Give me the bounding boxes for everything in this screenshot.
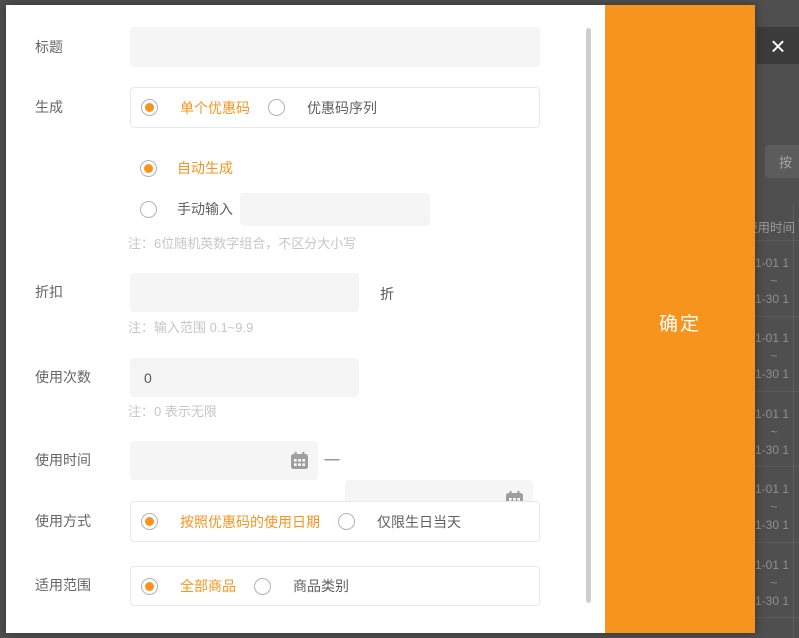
radio-all-products[interactable] (141, 578, 158, 595)
usage-count-label: 使用次数 (35, 367, 91, 387)
radio-auto-generate[interactable] (140, 160, 157, 177)
start-date-field (130, 441, 318, 480)
title-input[interactable] (130, 27, 540, 67)
option-product-category[interactable]: 商品类别 (293, 576, 349, 596)
table-row: 1-01 1 ~ 1-30 1 (755, 556, 798, 610)
usage-method-label: 使用方式 (35, 511, 91, 531)
table-row-divider (755, 466, 799, 467)
discount-unit: 折 (380, 284, 394, 304)
radio-birthday-only[interactable] (338, 513, 355, 530)
option-auto-generate[interactable]: 自动生成 (177, 158, 233, 178)
confirm-button-label: 确定 (605, 309, 755, 336)
scope-label: 适用范围 (35, 575, 91, 595)
manual-input-row: 手动输入 (140, 200, 233, 218)
option-all-products[interactable]: 全部商品 (180, 576, 236, 596)
radio-product-category[interactable] (254, 578, 271, 595)
discount-note: 注：输入范围 0.1~9.9 (128, 317, 253, 336)
background-button-fragment: 按 (765, 145, 799, 178)
generate-type-radio-group: 单个优惠码 优惠码序列 (130, 87, 540, 128)
generate-label: 生成 (35, 97, 63, 117)
table-row: 1-01 1 ~ 1-30 1 (755, 329, 798, 383)
usage-method-radio-group: 按照优惠码的使用日期 仅限生日当天 (130, 501, 540, 542)
close-icon: × (770, 33, 785, 59)
usage-count-note: 注：0 表示无限 (128, 401, 217, 420)
table-row-divider (755, 391, 799, 392)
table-row: 1-01 1 ~ 1-30 1 (755, 254, 798, 308)
auto-generate-row: 自动生成 (140, 159, 233, 177)
date-range-separator: — (322, 451, 342, 468)
table-row: 1-01 1 ~ 1-30 1 (755, 480, 798, 534)
table-row-divider (755, 617, 799, 618)
manual-code-input[interactable] (240, 193, 430, 226)
radio-by-coupon-date[interactable] (141, 513, 158, 530)
modal-scrollbar[interactable] (586, 28, 591, 603)
usage-count-input[interactable] (130, 358, 359, 397)
radio-manual-input[interactable] (140, 201, 157, 218)
radio-single-coupon[interactable] (141, 99, 158, 116)
table-row-divider (755, 316, 799, 317)
option-manual-input[interactable]: 手动输入 (177, 199, 233, 219)
option-coupon-series[interactable]: 优惠码序列 (307, 98, 377, 118)
table-row-divider (755, 542, 799, 543)
calendar-icon[interactable] (290, 451, 309, 470)
option-single-coupon[interactable]: 单个优惠码 (180, 98, 250, 118)
radio-coupon-series[interactable] (268, 99, 285, 116)
table-row: 1-01 1 ~ 1-30 1 (755, 405, 798, 459)
scope-radio-group: 全部商品 商品类别 (130, 566, 540, 606)
generate-note: 注：6位随机英数字组合，不区分大小写 (128, 233, 356, 252)
discount-input[interactable] (130, 273, 359, 312)
option-birthday-only[interactable]: 仅限生日当天 (377, 512, 461, 532)
close-button[interactable]: × (757, 27, 799, 64)
table-row-divider (755, 240, 799, 241)
confirm-button[interactable]: 确定 (605, 5, 755, 633)
option-by-coupon-date[interactable]: 按照优惠码的使用日期 (180, 512, 320, 532)
background-table-header: 使用时间 (755, 217, 795, 233)
title-label: 标题 (35, 37, 63, 57)
usage-time-label: 使用时间 (35, 450, 91, 470)
coupon-editor-modal: 标题 生成 单个优惠码 优惠码序列 自动生成 手动输入 注：6位随机英数字组合，… (6, 5, 755, 633)
discount-label: 折扣 (35, 282, 63, 302)
screen: × 按 使用时间 1-01 1 ~ 1-30 1 1-01 1 ~ 1-30 1… (0, 0, 799, 638)
